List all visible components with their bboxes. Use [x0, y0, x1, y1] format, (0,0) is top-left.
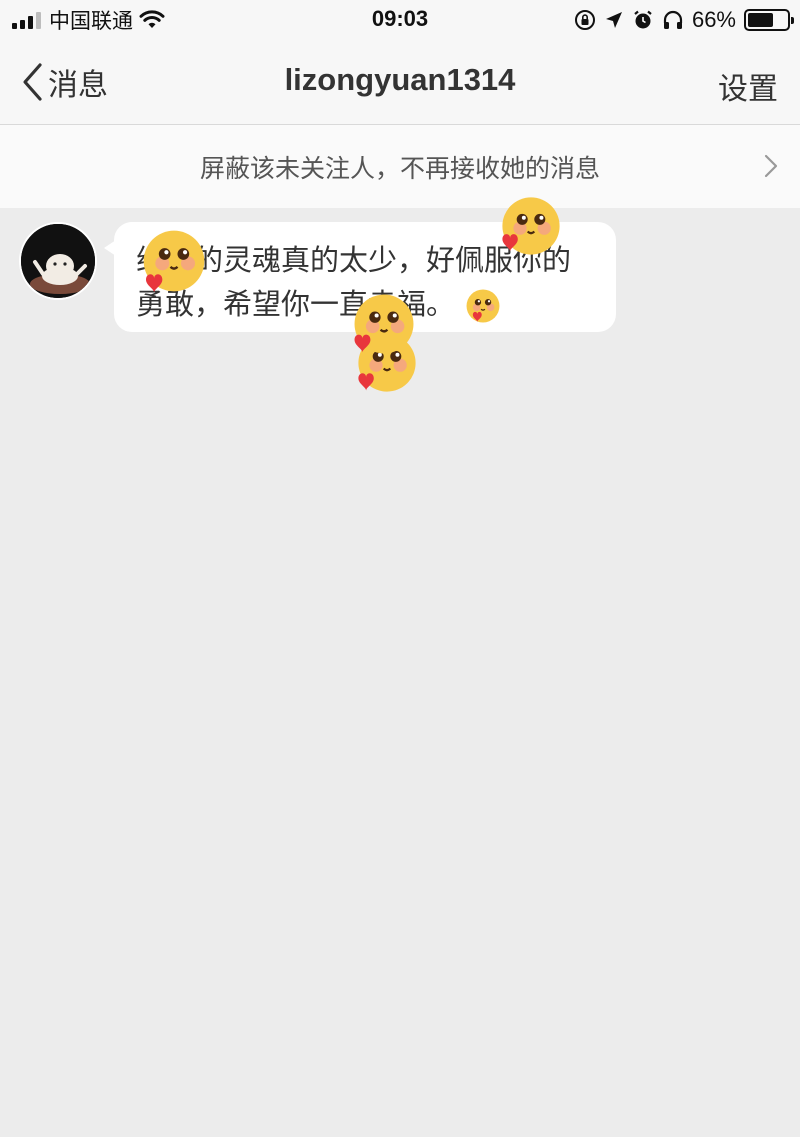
orientation-lock-icon — [574, 10, 595, 30]
floating-blush-heart-emoji-icon — [502, 197, 560, 255]
sender-avatar[interactable] — [19, 222, 97, 300]
settings-button[interactable]: 设置 — [718, 64, 778, 108]
location-icon — [605, 12, 622, 28]
floating-blush-heart-emoji-icon — [143, 230, 205, 293]
battery-level — [748, 13, 774, 27]
block-user-text: 屏蔽该未关注人，不再接收她的消息 — [199, 153, 600, 183]
block-user-banner[interactable]: 屏蔽该未关注人，不再接收她的消息 — [0, 125, 800, 208]
blush-heart-emoji-icon — [466, 289, 500, 323]
headphones-icon — [663, 10, 683, 29]
chevron-right-icon — [764, 154, 778, 178]
alarm-icon — [634, 10, 652, 29]
nav-bar: 消息 lizongyuan1314 设置 — [0, 40, 800, 125]
battery-icon — [744, 9, 794, 31]
battery-percent: 66% — [691, 7, 736, 32]
status-right: 66% — [574, 6, 794, 34]
cartoon-avatar-image — [21, 224, 95, 298]
page-title: lizongyuan1314 — [284, 62, 516, 97]
status-bar: 中国联通 09:03 66% — [0, 0, 800, 40]
floating-blush-heart-emoji-icon — [354, 294, 414, 354]
